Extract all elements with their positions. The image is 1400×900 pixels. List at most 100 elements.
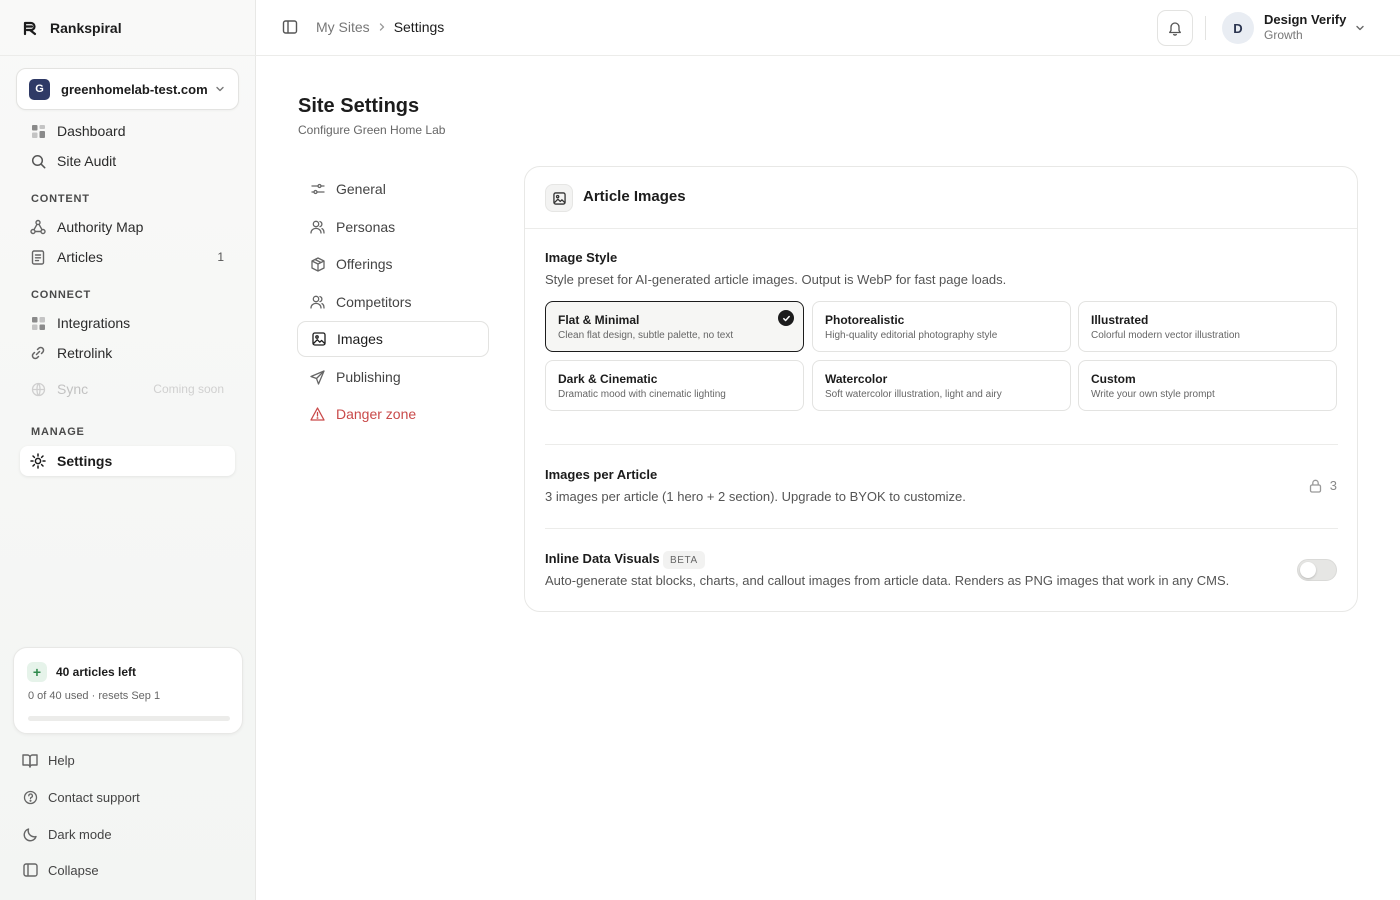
package-icon — [310, 256, 325, 272]
chevron-down-icon — [214, 83, 226, 95]
settings-nav-general[interactable]: General — [297, 171, 489, 207]
usage-card: + 40 articles left 0 of 40 used · resets… — [13, 647, 243, 734]
usage-title: 40 articles left — [56, 665, 137, 679]
image-style-description: Style preset for AI-generated article im… — [545, 272, 1007, 287]
brand[interactable]: Rankspiral — [22, 17, 122, 39]
help-circle-icon — [22, 789, 38, 805]
settings-nav-label: Danger zone — [336, 406, 417, 422]
sidebar-item-articles[interactable]: Articles 1 — [20, 242, 235, 272]
sidebar-item-authority-map[interactable]: Authority Map — [20, 212, 235, 242]
footer-item-label: Contact support — [48, 789, 140, 805]
footer-item-label: Collapse — [48, 862, 99, 878]
sliders-icon — [310, 182, 325, 197]
images-per-article-value: 3 — [1309, 478, 1337, 493]
settings-nav-danger-zone[interactable]: Danger zone — [297, 396, 489, 432]
plus-icon: + — [27, 662, 47, 682]
style-option-description: Dramatic mood with cinematic lighting — [558, 389, 726, 400]
grid-icon — [30, 315, 46, 331]
divider — [545, 528, 1338, 529]
topbar: My Sites Settings D Design Verify Growth — [256, 0, 1400, 56]
help-link[interactable]: Help — [22, 749, 75, 771]
card-title: Article Images — [583, 188, 686, 205]
sidebar-item-label: Settings — [57, 453, 113, 469]
settings-nav-label: Publishing — [336, 369, 401, 385]
settings-nav-competitors[interactable]: Competitors — [297, 284, 489, 320]
lock-icon — [1309, 479, 1322, 493]
section-label-content: CONTENT — [31, 193, 90, 205]
sidebar-item-site-audit[interactable]: Site Audit — [20, 146, 235, 176]
style-option-dark-cinematic[interactable]: Dark & Cinematic Dramatic mood with cine… — [545, 360, 804, 411]
style-option-photorealistic[interactable]: Photorealistic High-quality editorial ph… — [812, 301, 1071, 352]
style-option-flat-minimal[interactable]: Flat & Minimal Clean flat design, subtle… — [545, 301, 804, 352]
articles-count: 1 — [217, 250, 224, 264]
site-avatar: G — [29, 78, 50, 100]
usage-progress-bar — [28, 716, 230, 721]
send-icon — [310, 369, 325, 385]
settings-nav-label: Images — [337, 331, 383, 347]
notifications-button[interactable] — [1157, 10, 1193, 46]
user-name[interactable]: Design Verify — [1264, 12, 1346, 27]
settings-nav-images[interactable]: Images — [297, 321, 489, 357]
style-option-description: Soft watercolor illustration, light and … — [825, 389, 1002, 400]
sidebar-item-settings[interactable]: Settings — [20, 446, 235, 476]
page-title: Site Settings — [298, 95, 420, 117]
settings-nav-offerings[interactable]: Offerings — [297, 246, 489, 282]
book-icon — [22, 752, 38, 768]
settings-nav-personas[interactable]: Personas — [297, 209, 489, 245]
sidebar-item-label: Site Audit — [57, 153, 117, 169]
sidebar-item-label: Articles — [57, 249, 103, 265]
settings-nav-label: General — [336, 181, 386, 197]
settings-nav-label: Offerings — [336, 256, 393, 272]
style-option-description: Colorful modern vector illustration — [1091, 330, 1240, 341]
toggle-knob — [1300, 562, 1316, 578]
site-selector[interactable]: G greenhomelab-test.com — [16, 68, 239, 110]
style-option-illustrated[interactable]: Illustrated Colorful modern vector illus… — [1078, 301, 1337, 352]
images-per-article-description: 3 images per article (1 hero + 2 section… — [545, 489, 966, 504]
page-subtitle: Configure Green Home Lab — [298, 123, 446, 137]
users-icon — [310, 220, 325, 235]
settings-nav-publishing[interactable]: Publishing — [297, 359, 489, 395]
settings-nav-label: Personas — [336, 219, 396, 235]
gear-icon — [30, 453, 46, 469]
style-option-name: Dark & Cinematic — [558, 372, 658, 386]
settings-nav-label: Competitors — [336, 294, 412, 310]
sidebar-divider — [0, 55, 256, 56]
chevron-down-icon[interactable] — [1354, 22, 1366, 34]
site-name: greenhomelab-test.com — [61, 81, 208, 97]
image-icon — [311, 332, 326, 347]
footer-item-label: Dark mode — [48, 826, 112, 842]
sidebar-item-label: Sync — [57, 381, 89, 397]
panel-icon — [22, 862, 38, 878]
image-style-title: Image Style — [545, 250, 618, 265]
divider — [545, 444, 1338, 445]
section-label-connect: CONNECT — [31, 289, 91, 301]
contact-support-link[interactable]: Contact support — [22, 786, 140, 808]
sidebar-toggle-icon[interactable] — [282, 19, 298, 35]
style-option-name: Watercolor — [825, 372, 888, 386]
inline-data-visuals-description: Auto-generate stat blocks, charts, and c… — [545, 573, 1230, 588]
dark-mode-toggle[interactable]: Dark mode — [22, 823, 112, 845]
sidebar-item-label: Retrolink — [57, 345, 113, 361]
sidebar-item-retrolink[interactable]: Retrolink — [20, 338, 235, 368]
search-icon — [30, 153, 46, 169]
images-count: 3 — [1329, 478, 1337, 493]
sidebar-item-dashboard[interactable]: Dashboard — [20, 116, 235, 146]
sidebar-item-integrations[interactable]: Integrations — [20, 308, 235, 338]
link-icon — [30, 345, 46, 361]
style-option-name: Photorealistic — [825, 313, 905, 327]
collapse-sidebar-button[interactable]: Collapse — [22, 859, 99, 881]
section-label-manage: MANAGE — [31, 426, 85, 438]
inline-data-visuals-toggle[interactable] — [1297, 559, 1337, 581]
footer-item-label: Help — [48, 752, 75, 768]
chevron-right-icon — [377, 22, 387, 32]
user-avatar[interactable]: D — [1222, 12, 1254, 44]
users-icon — [310, 295, 325, 310]
moon-icon — [22, 826, 38, 842]
style-option-description: High-quality editorial photography style — [825, 330, 998, 341]
sidebar-item-label: Dashboard — [57, 123, 126, 139]
globe-icon — [30, 381, 46, 397]
style-option-custom[interactable]: Custom Write your own style prompt — [1078, 360, 1337, 411]
style-option-watercolor[interactable]: Watercolor Soft watercolor illustration,… — [812, 360, 1071, 411]
style-option-name: Flat & Minimal — [558, 313, 640, 327]
breadcrumb-my-sites[interactable]: My Sites — [316, 19, 370, 35]
